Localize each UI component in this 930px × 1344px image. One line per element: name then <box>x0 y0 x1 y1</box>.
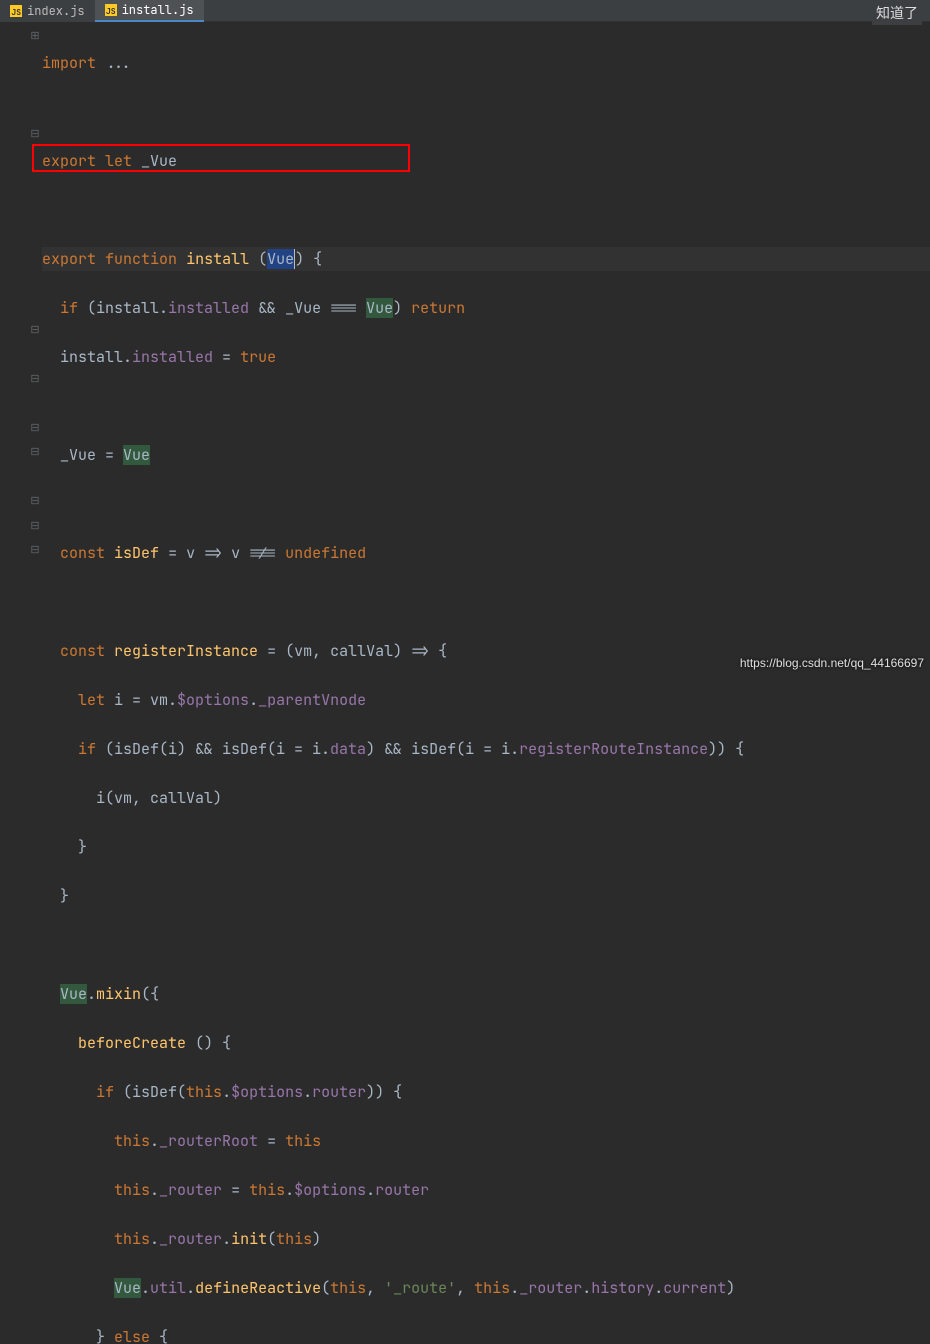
code-line[interactable]: import ... <box>42 51 930 76</box>
tab-index-js[interactable]: JS index.js <box>0 0 95 22</box>
code-line[interactable]: const registerInstance = (vm, callVal) =… <box>42 639 930 664</box>
fold-minus-icon[interactable]: ⊟ <box>30 519 40 533</box>
code-line[interactable] <box>42 590 930 615</box>
fold-close-icon[interactable]: ⊟ <box>30 421 40 435</box>
code-line[interactable]: Vue.util.defineReactive(this, '_route', … <box>42 1276 930 1301</box>
code-line[interactable]: this._routerRoot = this <box>42 1129 930 1154</box>
code-line[interactable]: export function install (Vue) { <box>42 247 930 272</box>
code-content[interactable]: import ... export let _Vue export functi… <box>42 26 930 1344</box>
code-line[interactable]: install.installed = true <box>42 345 930 370</box>
code-line[interactable]: this._router = this.$options.router <box>42 1178 930 1203</box>
code-line[interactable] <box>42 492 930 517</box>
code-editor[interactable]: ⊞ ⊟ ⊟ ⊟ ⊟ ⊟ ⊟ ⊟ ⊟ import ... export let … <box>0 22 930 672</box>
code-line[interactable]: let i = vm.$options._parentVnode <box>42 688 930 713</box>
code-line[interactable]: if (install.installed && _Vue === Vue) r… <box>42 296 930 321</box>
code-line[interactable]: const isDef = v => v !== undefined <box>42 541 930 566</box>
code-line[interactable] <box>42 100 930 125</box>
dismiss-button[interactable]: 知道了 <box>872 1 922 25</box>
code-line[interactable] <box>42 198 930 223</box>
tab-label: index.js <box>27 3 85 19</box>
tab-install-js[interactable]: JS install.js <box>95 0 204 22</box>
code-line[interactable]: Vue.mixin({ <box>42 982 930 1007</box>
fold-minus-icon[interactable]: ⊟ <box>30 127 40 141</box>
code-line[interactable]: export let _Vue <box>42 149 930 174</box>
code-line[interactable]: _Vue = Vue <box>42 443 930 468</box>
fold-minus-icon[interactable]: ⊟ <box>30 494 40 508</box>
fold-minus-icon[interactable]: ⊟ <box>30 372 40 386</box>
code-line[interactable]: this._router.init(this) <box>42 1227 930 1252</box>
code-line[interactable]: } <box>42 835 930 860</box>
fold-close-icon[interactable]: ⊟ <box>30 445 40 459</box>
code-line[interactable]: if (isDef(i) && isDef(i = i.data) && isD… <box>42 737 930 762</box>
js-file-icon: JS <box>105 4 117 16</box>
code-line[interactable] <box>42 933 930 958</box>
code-line[interactable]: } else { <box>42 1325 930 1344</box>
code-line[interactable]: beforeCreate () { <box>42 1031 930 1056</box>
code-line[interactable]: if (isDef(this.$options.router)) { <box>42 1080 930 1105</box>
code-line[interactable]: } <box>42 884 930 909</box>
fold-plus-icon[interactable]: ⊞ <box>30 29 40 43</box>
code-line[interactable] <box>42 394 930 419</box>
js-file-icon: JS <box>10 5 22 17</box>
code-line[interactable]: i(vm, callVal) <box>42 786 930 811</box>
tab-bar: JS index.js JS install.js <box>0 0 930 22</box>
fold-minus-icon[interactable]: ⊟ <box>30 543 40 557</box>
tab-label: install.js <box>122 2 194 18</box>
fold-minus-icon[interactable]: ⊟ <box>30 323 40 337</box>
gutter: ⊞ ⊟ ⊟ ⊟ ⊟ ⊟ ⊟ ⊟ ⊟ <box>0 26 42 676</box>
